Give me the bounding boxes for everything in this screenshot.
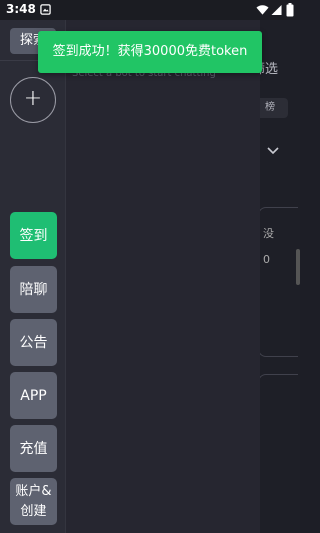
signal-icon: [271, 4, 282, 16]
account-create-button[interactable]: 账户& 创建: [10, 478, 57, 525]
bot-card-count: 0: [263, 253, 270, 266]
recharge-button[interactable]: 充值: [10, 425, 57, 472]
settings-notification-icon: [40, 4, 51, 15]
add-bot-button[interactable]: +: [10, 77, 56, 123]
checkin-button[interactable]: 签到: [10, 212, 57, 259]
drawer-rail: 探索 + 签到 陪聊 公告 APP 充值 账户& 创建: [0, 20, 66, 533]
status-bar: 3:48: [0, 0, 300, 20]
app-button[interactable]: APP: [10, 372, 57, 419]
battery-icon: [286, 3, 294, 17]
companion-chat-button[interactable]: 陪聊: [10, 266, 57, 313]
wifi-icon: [256, 5, 269, 15]
bot-card[interactable]: [258, 374, 298, 533]
side-drawer: 探索 + 签到 陪聊 公告 APP 充值 账户& 创建 Select a bot…: [0, 20, 260, 533]
status-time: 3:48: [6, 2, 36, 16]
scrollbar[interactable]: [296, 249, 300, 285]
bot-card[interactable]: 没 0: [258, 207, 298, 357]
chevron-down-icon[interactable]: [266, 146, 280, 156]
bot-card-text: 没: [263, 227, 274, 240]
toast-message: 签到成功！获得30000免费token: [38, 31, 262, 73]
announcement-button[interactable]: 公告: [10, 319, 57, 366]
